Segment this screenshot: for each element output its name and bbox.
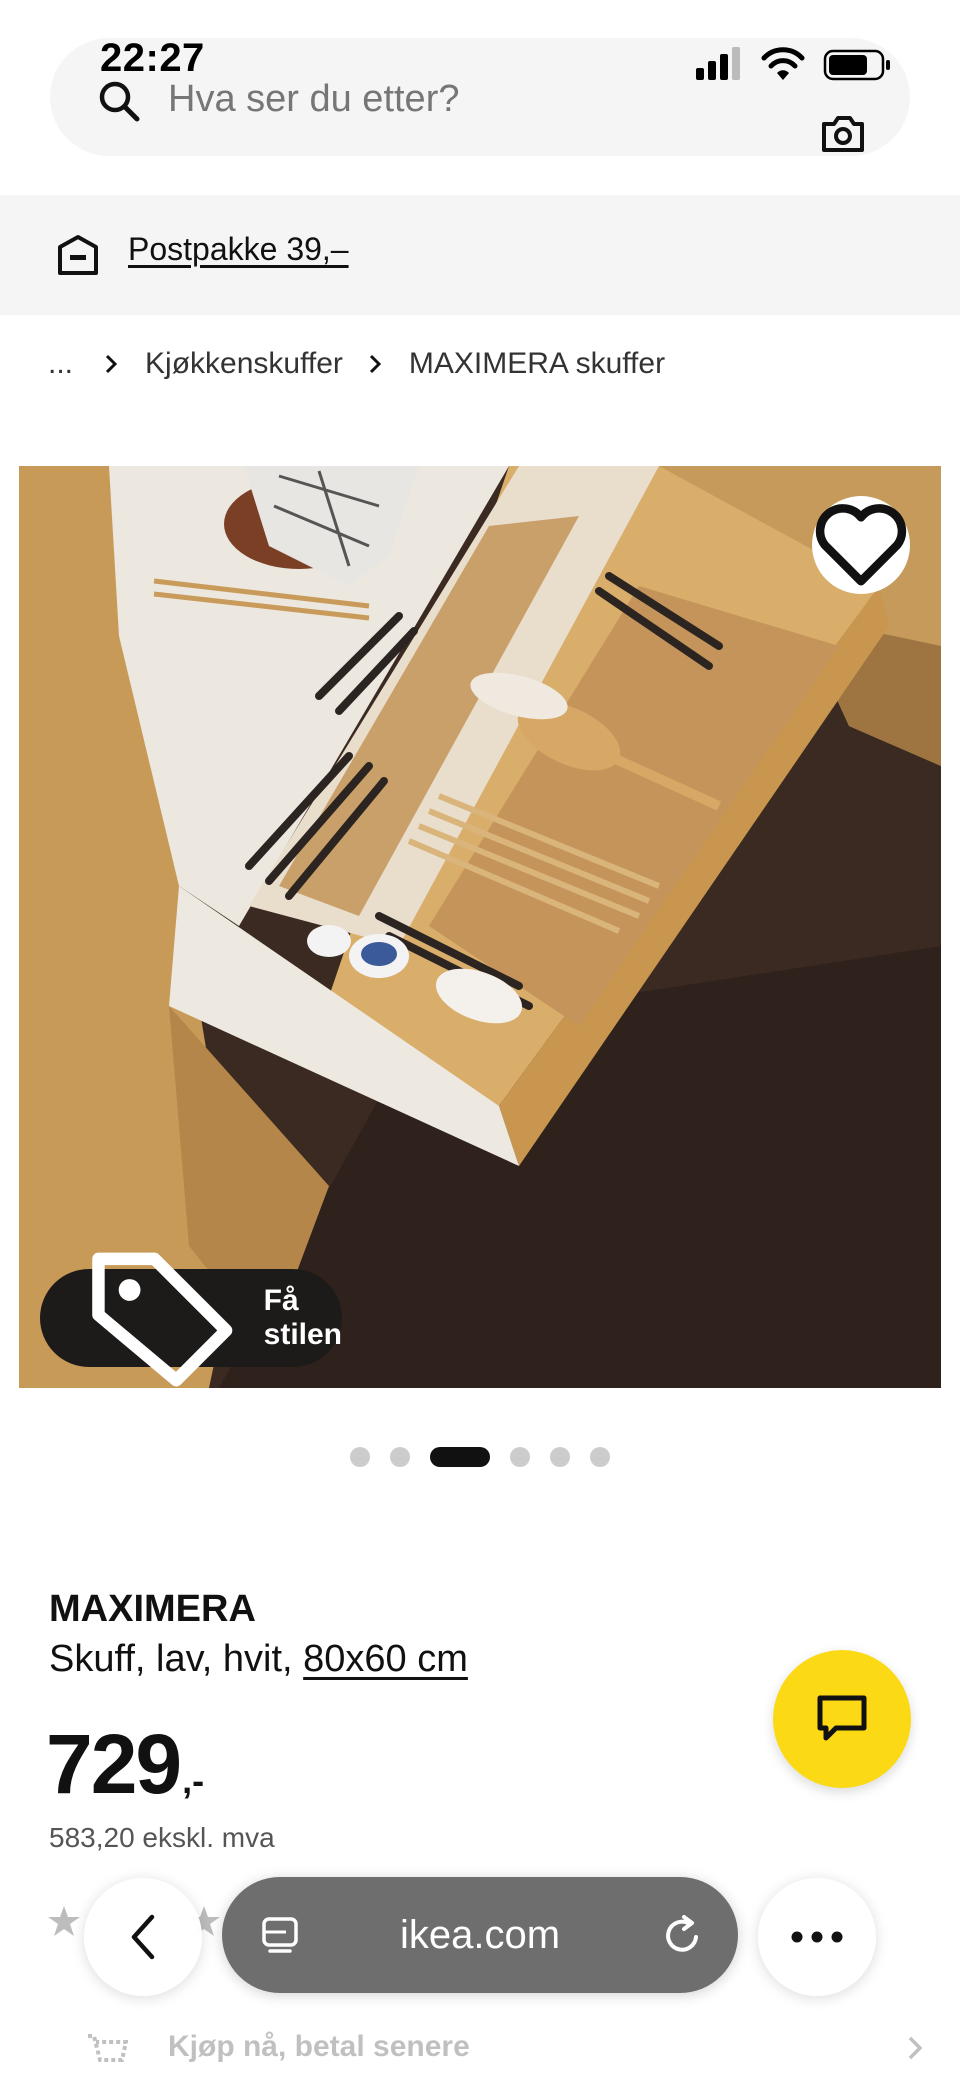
chat-button[interactable] xyxy=(773,1650,911,1788)
search-input[interactable]: Hva ser du etter? xyxy=(168,78,459,121)
status-icons xyxy=(696,47,890,81)
back-button[interactable] xyxy=(84,1878,202,1996)
product-type: Skuff, lav, hvit, xyxy=(49,1638,293,1680)
more-options-button[interactable] xyxy=(758,1878,876,1996)
tag-icon xyxy=(92,1252,233,1387)
carousel-indicator xyxy=(0,1445,960,1469)
cart-icon xyxy=(88,2034,128,2062)
price-suffix: ,- xyxy=(182,1760,205,1801)
reload-icon[interactable] xyxy=(660,1913,704,1957)
address-bar[interactable]: ikea.com xyxy=(222,1877,738,1993)
breadcrumb-kitchen-drawers[interactable]: Kjøkkenskuffer xyxy=(145,347,343,381)
shipping-link[interactable]: Postpakke 39,– xyxy=(128,231,349,268)
price-excl-vat: 583,20 ekskl. mva xyxy=(49,1822,275,1853)
favorite-button[interactable] xyxy=(812,496,910,594)
carousel-dot[interactable] xyxy=(590,1447,610,1467)
chevron-right-icon xyxy=(105,354,118,374)
carousel-dot[interactable] xyxy=(550,1447,570,1467)
carousel-dot[interactable] xyxy=(510,1447,530,1467)
signal-icon xyxy=(696,47,740,80)
chat-icon xyxy=(817,1695,867,1741)
chevron-right-icon xyxy=(908,2036,923,2060)
carousel-dot-active[interactable] xyxy=(430,1447,490,1467)
more-icon xyxy=(791,1931,843,1943)
camera-icon[interactable] xyxy=(820,114,866,154)
carousel-dot[interactable] xyxy=(350,1447,370,1467)
get-the-style-label: Få stilen xyxy=(263,1284,343,1351)
battery-icon xyxy=(823,49,890,81)
product-name: MAXIMERA xyxy=(49,1588,256,1630)
breadcrumb: ... Kjøkkenskuffer MAXIMERA skuffer xyxy=(48,344,665,384)
pay-later-label: Kjøp nå, betal senere xyxy=(168,2030,470,2063)
search-icon xyxy=(99,81,140,122)
product-size-link[interactable]: 80x60 cm xyxy=(303,1638,468,1680)
product-price: 729 ,- xyxy=(46,1720,204,1808)
package-icon xyxy=(58,235,98,275)
price-main: 729 xyxy=(46,1717,182,1811)
carousel-dot[interactable] xyxy=(390,1447,410,1467)
heart-icon xyxy=(815,504,907,586)
pay-later-row[interactable]: Kjøp nå, betal senere xyxy=(84,2024,923,2074)
breadcrumb-ellipsis[interactable]: ... xyxy=(48,347,73,381)
product-description: Skuff, lav, hvit, 80x60 cm xyxy=(49,1638,468,1681)
status-time: 22:27 xyxy=(100,36,205,80)
product-image[interactable]: Få stilen xyxy=(19,466,941,1388)
shipping-banner[interactable]: Postpakke 39,– xyxy=(0,195,960,315)
breadcrumb-maximera-drawers[interactable]: MAXIMERA skuffer xyxy=(409,347,665,381)
chevron-right-icon xyxy=(369,354,381,374)
get-the-style-button[interactable]: Få stilen xyxy=(40,1252,343,1387)
back-icon xyxy=(131,1914,155,1960)
wifi-icon xyxy=(761,47,805,80)
